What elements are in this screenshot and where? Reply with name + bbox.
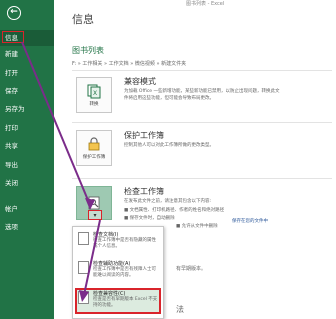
inspect-line-3: ■ 允许从文件中删除	[176, 224, 218, 229]
inspect-title: 检查工作簿	[124, 187, 164, 196]
protect-label: 保护工作簿	[82, 155, 106, 160]
protect-workbook-button[interactable]: 保护工作簿	[76, 130, 112, 166]
document-path: F: » 工作相关 » 工作文档 » 微信视频 » 新建文件夹	[72, 61, 187, 67]
inspect-menu: 检查文档(I) 检查工作簿中是否有隐藏的属性或个人信息。 检查辅助功能(A) 检…	[72, 226, 164, 319]
back-button[interactable]: ←	[7, 6, 21, 20]
nav-account[interactable]: 帐户	[0, 201, 54, 217]
protect-desc: 控制其他人可以对此工作簿所做的更改类型。	[124, 143, 214, 148]
inspect-desc: 在发布此文件之前，请注意其包含以下内容:	[124, 199, 212, 204]
window-title: 图书列表 - Excel	[186, 1, 225, 7]
convert-icon: X	[87, 84, 101, 99]
convert-button[interactable]: X 转换	[76, 77, 112, 113]
document-title: 图书列表	[72, 46, 104, 55]
document-icon	[78, 232, 89, 245]
divider	[72, 122, 332, 123]
menu-item-check-compatibility[interactable]: 检查兼容性(C) 检查是否有早期版本 Excel 不支持的功能。	[75, 288, 161, 314]
nav-save-as[interactable]: 另存为	[0, 101, 54, 117]
nav-export[interactable]: 导出	[0, 157, 54, 173]
nav-open[interactable]: 打开	[0, 65, 54, 81]
back-arrow-icon: ←	[10, 7, 18, 17]
bottom-text-1: 有早期版本。	[176, 266, 207, 272]
backstage-sidebar: ← 信息 新建 打开 保存 另存为 打印 共享 导出 关闭 帐户 选项	[0, 0, 54, 319]
inspect-dropdown-toggle[interactable]: ▾	[88, 210, 102, 220]
inspect-line-1: ■ 文档属性、打印机路径、作者的姓名和绝对路径	[124, 208, 225, 213]
lock-icon	[88, 137, 100, 151]
nav-save[interactable]: 保存	[0, 83, 54, 99]
page-title: 信息	[72, 13, 94, 26]
menu-item-check-accessibility[interactable]: 检查辅助功能(A) 检查工作簿中是否有残障人士可能难以阅读的内容。	[75, 258, 161, 284]
svg-text:X: X	[93, 90, 97, 97]
nav-close[interactable]: 关闭	[0, 175, 54, 191]
bottom-text-2: 法	[176, 305, 184, 314]
nav-new[interactable]: 新建	[0, 46, 54, 62]
compatibility-icon	[78, 291, 89, 304]
inspect-icon	[88, 196, 100, 210]
divider	[72, 178, 332, 179]
compat-title: 兼容模式	[124, 77, 156, 86]
divider	[72, 70, 332, 71]
convert-label: 转换	[89, 102, 99, 107]
inspect-line-2: ■ 保存文件时，自动删除	[124, 216, 175, 221]
compat-desc-2: 件将启用这些功能，但可能会导致布局更改。	[124, 96, 214, 101]
info-highlight-box	[2, 31, 24, 43]
chevron-down-icon: ▾	[93, 211, 97, 219]
nav-options[interactable]: 选项	[0, 219, 54, 235]
nav-share[interactable]: 共享	[0, 138, 54, 154]
inspect-link[interactable]: 保存在您的文件中	[232, 218, 268, 224]
menu-item-inspect-document[interactable]: 检查文档(I) 检查工作簿中是否有隐藏的属性或个人信息。	[75, 229, 161, 255]
nav-print[interactable]: 打印	[0, 120, 54, 136]
accessibility-icon	[78, 261, 89, 274]
compat-desc-1: 为加载 Office 一些新增功能，某些新功能已禁用，以防止出现问题，转换此文	[124, 89, 280, 94]
protect-title: 保护工作簿	[124, 131, 164, 140]
